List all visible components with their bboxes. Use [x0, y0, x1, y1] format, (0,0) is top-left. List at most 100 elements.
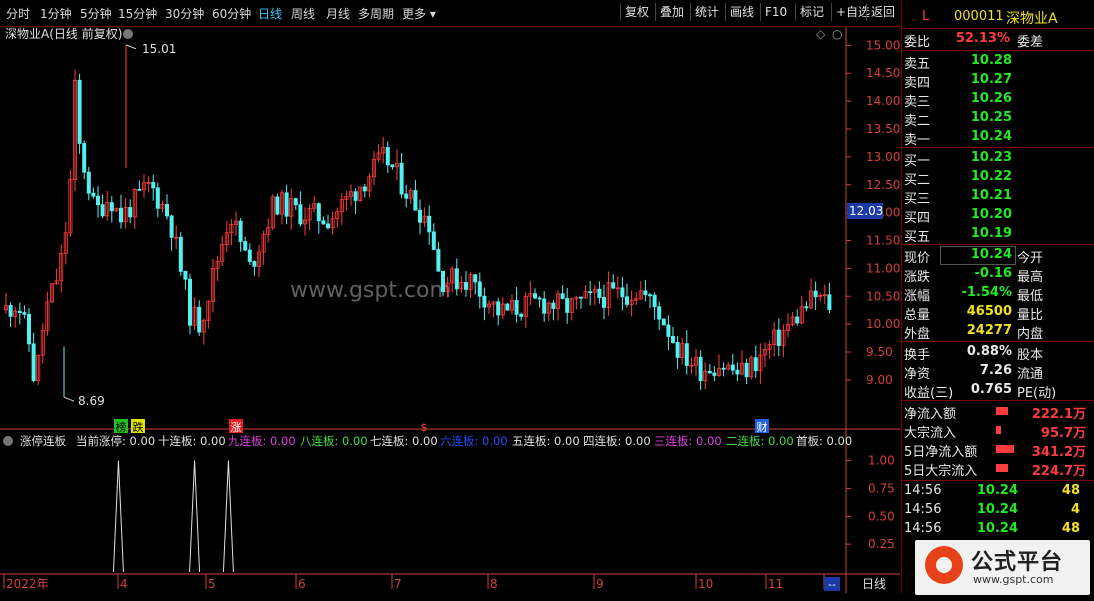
marker-3: $ [421, 421, 428, 434]
period-4[interactable]: 30分钟 [165, 5, 204, 22]
flow-bar [996, 445, 1014, 453]
toolbar-button-3[interactable]: 画线 [725, 3, 758, 21]
tick-vol: 4 [1070, 502, 1080, 517]
candle-body [753, 357, 758, 372]
candle-body [169, 215, 174, 238]
tick-row-2: 14:56 10.24 48 [902, 520, 1092, 539]
toolbar-button-1[interactable]: 叠加 [655, 3, 688, 21]
candle-body [31, 343, 36, 382]
flow-row-1-value: 95.7万 [1040, 426, 1086, 441]
toolbar-button-7[interactable]: 返回 [866, 3, 899, 21]
period-8[interactable]: 月线 [326, 5, 350, 22]
candle-body [542, 298, 547, 314]
fund-row-0-label2: 股本 [1017, 348, 1044, 363]
period-6[interactable]: 日线 [258, 5, 282, 22]
marker-0: 榜 [116, 420, 127, 434]
stat-row-0-label: 现价 [904, 251, 931, 266]
candle-body [597, 288, 602, 298]
x-label-6: 9 [596, 577, 604, 591]
tick-row-2-value: 10.24 [976, 521, 1018, 536]
candle-body [698, 356, 703, 382]
logo-url: www.gspt.com [973, 573, 1054, 586]
stat-row-0: 现价 10.24 今开 [902, 246, 1092, 266]
toolbar-button-4[interactable]: F10 [760, 3, 791, 21]
ask-row-4-value: 10.24 [970, 129, 1012, 144]
tick-row-0: 14:56 10.24 48 [902, 482, 1092, 501]
candle-body [427, 215, 432, 233]
flow-row-0-label: 净流入额 [904, 407, 957, 422]
candle-body [551, 302, 556, 309]
period-7[interactable]: 周线 [291, 5, 315, 22]
x-label-4: 7 [394, 577, 402, 591]
indicator-legend-10: 二连板: 0.00 [726, 434, 794, 448]
indicator-legend-3: 九连板: 0.00 [228, 434, 296, 448]
period-1[interactable]: 1分钟 [40, 5, 72, 22]
candle-body [537, 297, 542, 300]
low-label: 8.69 [78, 394, 105, 408]
ask-row-1-value: 10.27 [970, 72, 1012, 87]
toolbar-button-0[interactable]: 复权 [620, 3, 653, 21]
ask-row-3: 卖二 10.25 [902, 109, 1092, 129]
period-5[interactable]: 60分钟 [212, 5, 251, 22]
ask-row-2-value: 10.26 [970, 91, 1012, 106]
stock-code: 000011 [954, 9, 1004, 24]
marker-4: 财 [757, 420, 768, 434]
fund-row-1-label2: 流通 [1017, 367, 1044, 382]
candle-body [735, 369, 740, 375]
x-label-0: 2022年 [6, 577, 49, 591]
flow-bar [996, 464, 1008, 472]
x-label-9: -- [828, 578, 836, 591]
candle-body [505, 303, 510, 311]
indicator-tick-label-0: 1.00 [868, 454, 895, 468]
marker-1: 跌 [133, 420, 144, 434]
stat-row-4-value: 24277 [966, 323, 1012, 338]
stat-row-2-value: -1.54% [961, 285, 1013, 300]
candle-body [707, 370, 712, 374]
stat-row-3-label: 总量 [904, 308, 931, 323]
tick-row-2-label: 14:56 [904, 521, 942, 536]
candle-body [151, 182, 156, 189]
watermark: www.gspt.com [290, 278, 451, 303]
kline-chart-area[interactable]: 15.0014.5014.0013.5013.0012.5012.0011.50… [0, 27, 900, 593]
candle-body [238, 220, 243, 242]
tick-row-0-value: 10.24 [976, 483, 1018, 498]
toolbar-button-5[interactable]: 标记 [795, 3, 828, 21]
limit-up-spike-0 [112, 460, 124, 573]
toolbar-button-2[interactable]: 统计 [690, 3, 723, 21]
candle-body [666, 324, 671, 337]
candle-body [588, 291, 593, 294]
price-tick-label-10: 10.00 [866, 317, 900, 331]
period-3[interactable]: 15分钟 [118, 5, 157, 22]
fund-row-2-label: 收益(三) [904, 386, 954, 401]
flow-row-2: 5日净流入额 341.2万 [902, 440, 1092, 460]
stat-row-3: 总量 46500 量比 [902, 303, 1092, 323]
quote-panel: L 000011 深物业A 委比 52.13% 委差 卖五 10.28 卖四 10.2… [901, 0, 1094, 593]
period-9[interactable]: 多周期 [358, 5, 394, 22]
period-label: 日线 [862, 577, 886, 591]
stat-row-2-label2: 最低 [1017, 289, 1044, 304]
period-2[interactable]: 5分钟 [80, 5, 112, 22]
ask-row-4: 卖一 10.24 [902, 128, 1092, 148]
stat-row-3-label2: 量比 [1017, 308, 1044, 323]
ask-row-1-label: 卖四 [904, 76, 931, 91]
code-prefix: L [922, 9, 930, 24]
candle-body [712, 372, 717, 376]
candle-body [284, 192, 289, 217]
bid-row-3-value: 10.20 [970, 207, 1012, 222]
period-10[interactable]: 更多 ▾ [402, 5, 436, 22]
period-0[interactable]: 分时 [6, 5, 30, 22]
candle-body [776, 329, 781, 346]
fund-row-0-value: 0.88% [966, 344, 1012, 359]
price-tick-label-12: 9.00 [866, 373, 893, 387]
candle-body [316, 203, 321, 222]
price-tick-label-3: 13.50 [866, 122, 900, 136]
candle-body [440, 270, 445, 293]
fund-row-2: 收益(三) 0.765 PE(动) [902, 381, 1092, 401]
stat-row-4-label2: 内盘 [1017, 327, 1044, 342]
indicator-tick-label-1: 0.75 [868, 481, 895, 495]
bid-row-1-value: 10.22 [970, 169, 1012, 184]
candle-body [187, 278, 192, 326]
candle-body [684, 343, 689, 366]
candle-body [8, 305, 13, 317]
bid-row-4-label: 买五 [904, 230, 931, 245]
